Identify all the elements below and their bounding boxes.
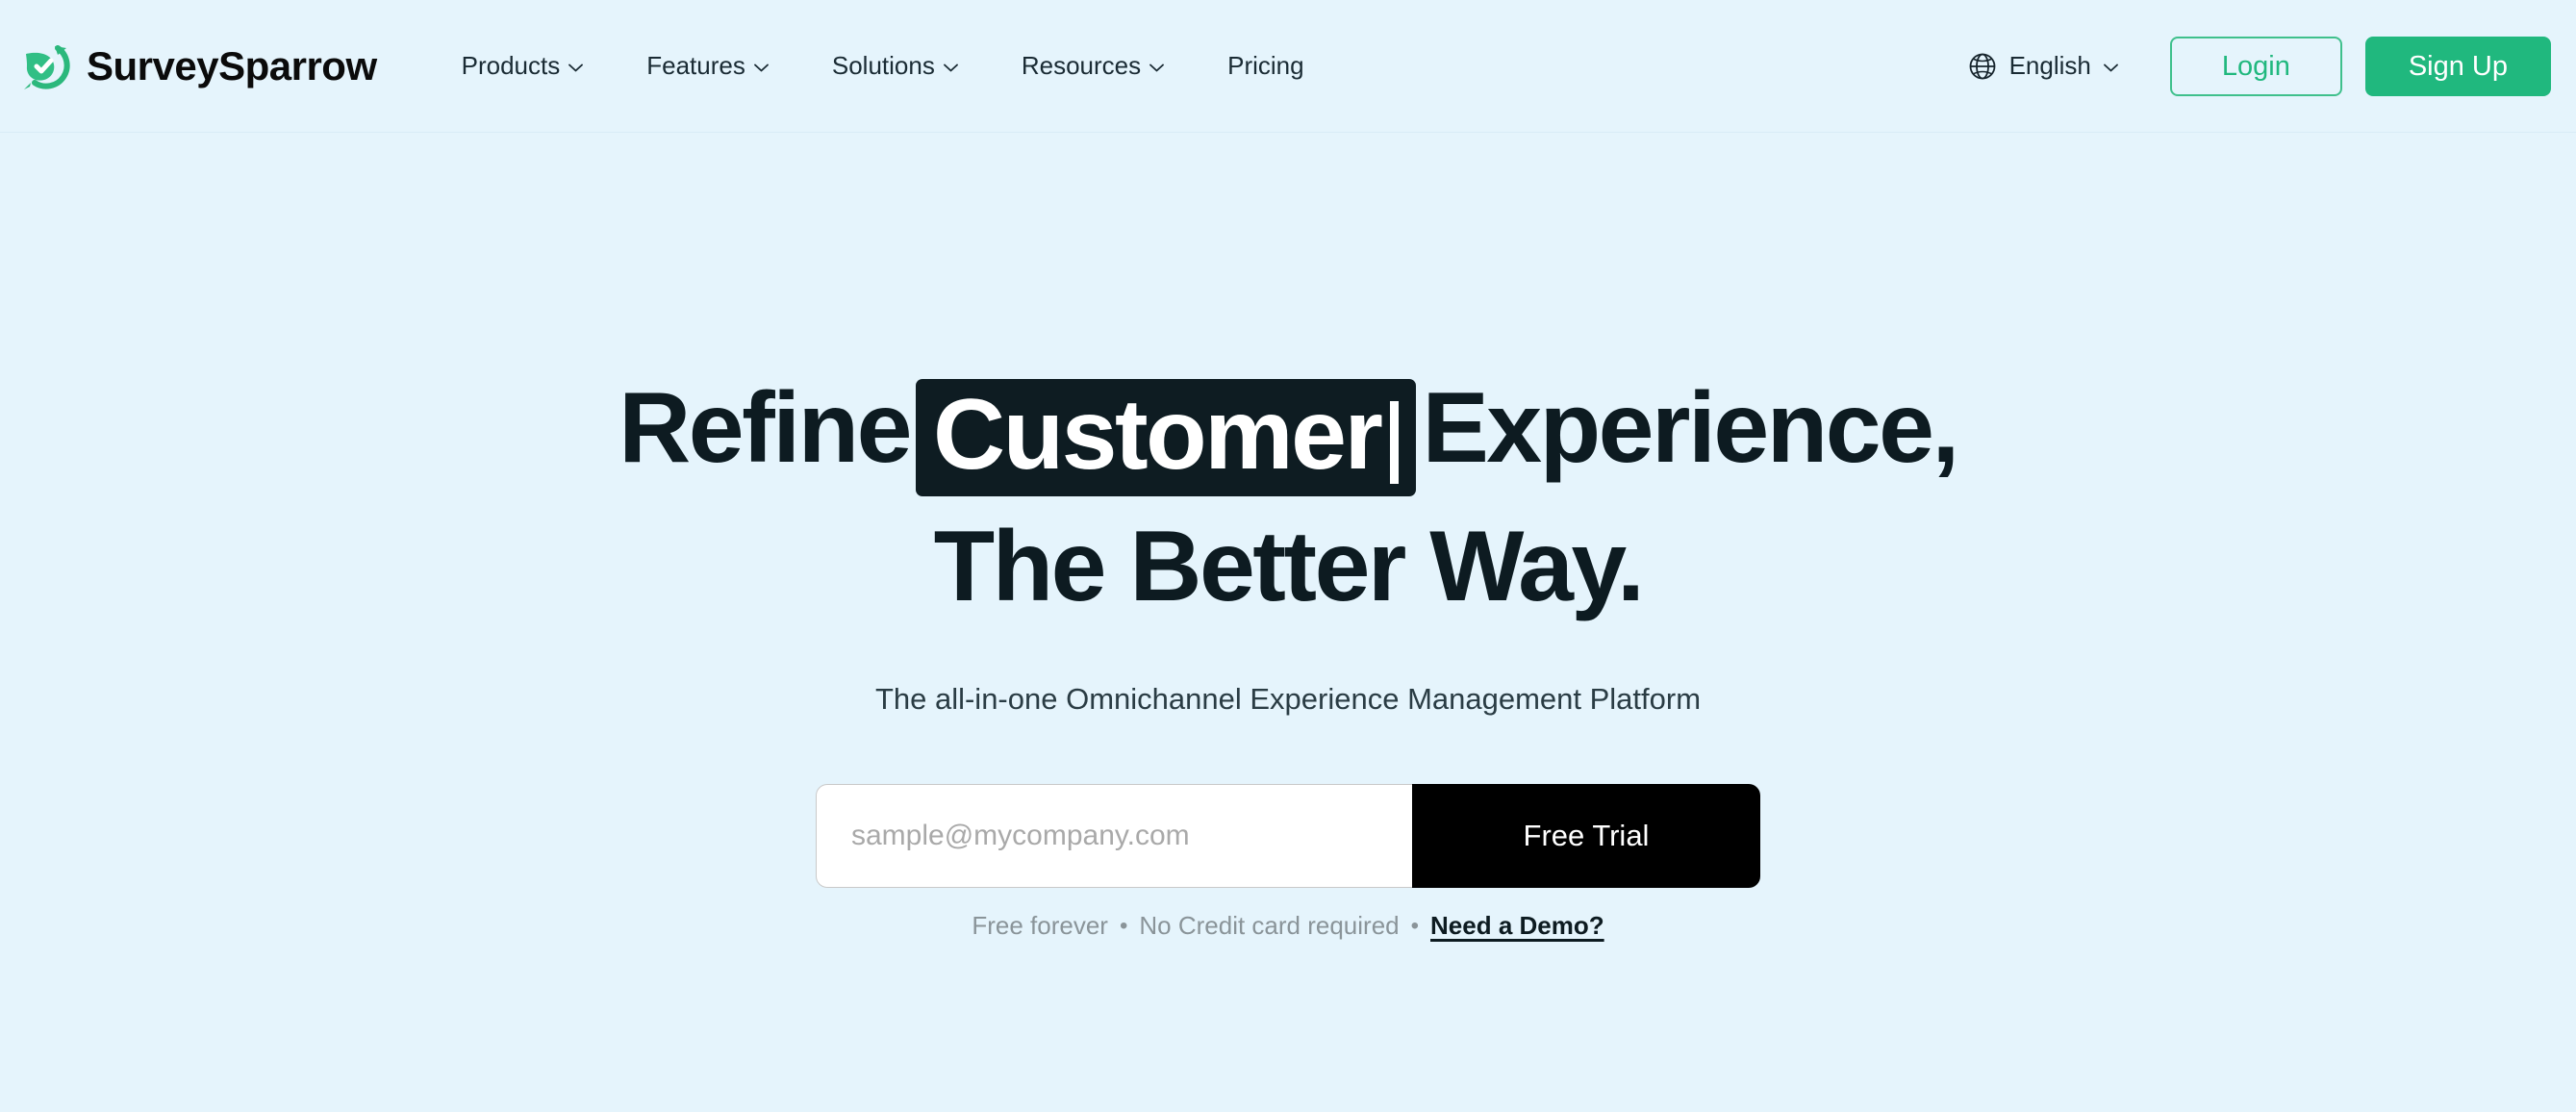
nav-item-label: Features xyxy=(646,51,745,80)
nav-item-resources[interactable]: Resources xyxy=(990,41,1196,90)
sparrow-leaf-check-icon xyxy=(21,40,73,92)
note-free-forever: Free forever xyxy=(972,911,1108,941)
brand-logo-link[interactable]: SurveySparrow xyxy=(21,40,377,92)
headline-prefix: Refine xyxy=(619,372,912,484)
nav-item-solutions[interactable]: Solutions xyxy=(800,41,990,90)
trial-signup-form: Free Trial xyxy=(816,784,1760,889)
main-nav: Products Features Solutions Resources Pr xyxy=(430,41,1336,90)
signup-button[interactable]: Sign Up xyxy=(2364,36,2551,96)
globe-icon xyxy=(1968,52,1997,81)
form-note: Free forever • No Credit card required •… xyxy=(972,911,1604,941)
headline-suffix: Experience, xyxy=(1422,372,1959,484)
login-button[interactable]: Login xyxy=(2169,36,2342,96)
hero-section: Refine Customer Experience, The Better Way… xyxy=(0,133,2576,1111)
free-trial-button[interactable]: Free Trial xyxy=(1412,784,1760,889)
language-selector[interactable]: English xyxy=(1955,41,2132,90)
chevron-down-icon xyxy=(943,63,958,72)
site-header: SurveySparrow Products Features Solution… xyxy=(0,0,2576,133)
chevron-down-icon xyxy=(1149,63,1165,72)
nav-item-label: Solutions xyxy=(831,51,935,80)
chevron-down-icon xyxy=(2103,63,2118,72)
nav-item-label: Products xyxy=(461,51,561,80)
nav-item-products[interactable]: Products xyxy=(430,41,616,90)
nav-item-label: Pricing xyxy=(1227,51,1304,80)
headline-highlight-text: Customer xyxy=(933,379,1383,491)
note-no-credit-card: No Credit card required xyxy=(1139,911,1400,941)
note-separator: • xyxy=(1410,912,1420,939)
headline-highlight-chip: Customer xyxy=(916,379,1417,496)
headline-line-2: The Better Way. xyxy=(933,510,1645,622)
brand-name: SurveySparrow xyxy=(87,42,377,88)
need-a-demo-link[interactable]: Need a Demo? xyxy=(1430,911,1604,941)
chevron-down-icon xyxy=(568,63,584,72)
page-title: Refine Customer Experience, The Better Way… xyxy=(619,360,1959,636)
nav-item-label: Resources xyxy=(1021,51,1142,80)
note-separator: • xyxy=(1119,912,1128,939)
nav-item-pricing[interactable]: Pricing xyxy=(1196,41,1335,90)
email-field[interactable] xyxy=(816,784,1412,889)
chevron-down-icon xyxy=(753,63,769,72)
headline-line-1: Refine Customer Experience, xyxy=(619,360,1959,498)
nav-item-features[interactable]: Features xyxy=(615,41,800,90)
language-value: English xyxy=(2008,51,2091,80)
hero-subtitle: The all-in-one Omnichannel Experience Ma… xyxy=(874,682,1702,717)
typing-caret xyxy=(1390,401,1400,484)
header-actions: English Login Sign Up xyxy=(1955,36,2551,96)
